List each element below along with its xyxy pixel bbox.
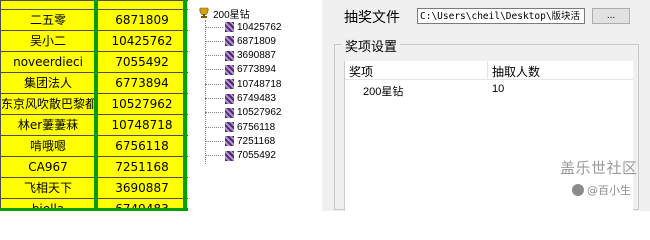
tree-branch-line: [205, 98, 223, 99]
avatar-icon: [225, 122, 234, 133]
sheet-cell-name[interactable]: 东京风吹散巴黎都: [0, 93, 96, 115]
tree-item[interactable]: 3690887: [205, 49, 276, 63]
tree-item[interactable]: 10527962: [205, 106, 282, 120]
sheet-cell-name[interactable]: 林er萋萋菻: [0, 114, 96, 136]
tree-item-label: 10425762: [237, 21, 282, 33]
browse-button[interactable]: ...: [592, 8, 630, 24]
tree-item[interactable]: 6756118: [205, 120, 275, 134]
column-divider: [94, 0, 98, 211]
prize-list-header: 奖项 抽取人数: [345, 61, 633, 80]
avatar-icon: [225, 64, 234, 75]
prize-list-row[interactable]: 200星钻 10: [345, 81, 633, 98]
sheet-cell-value[interactable]: 10527962: [95, 93, 188, 115]
prize-settings-title: 奖项设置: [342, 36, 401, 55]
avatar-icon: [225, 79, 234, 90]
watermark-title: 盖乐世社区: [560, 159, 638, 177]
watermark-author-text: @百小生: [587, 184, 631, 197]
sheet-cell-value[interactable]: 10748718: [95, 114, 188, 136]
watermark-author: @百小生: [572, 182, 631, 198]
settings-panel: 抽奖文件 C:\Users\cheil\Desktop\版块活 ... 奖项设置…: [322, 0, 650, 211]
sheet-cell-name[interactable]: 吴小二: [0, 30, 96, 52]
spreadsheet: 二五零 6871809 吴小二 10425762 noveerdieci 7055492 集…: [0, 0, 188, 211]
file-path-field[interactable]: C:\Users\cheil\Desktop\版块活: [417, 8, 585, 24]
winner-tree[interactable]: 200星钻 10425762 6871809 3690887 6773894 10748…: [194, 0, 320, 211]
sheet-cell-name[interactable]: 飞相天下: [0, 177, 96, 199]
tree-item-label: 6749483: [237, 93, 276, 104]
sheet-cell-value[interactable]: 10425762: [95, 30, 188, 52]
tree-item[interactable]: 7055492: [205, 149, 276, 163]
tree-branch-line: [205, 26, 223, 28]
sheet-cell-name[interactable]: 集团法人: [0, 72, 96, 94]
sheet-cell-value[interactable]: 6756118: [95, 135, 188, 157]
sheet-cell-name[interactable]: noveerdieci: [0, 51, 96, 73]
tree-root[interactable]: 200星钻: [198, 6, 250, 21]
sheet-cell-value[interactable]: 3690887: [95, 177, 188, 199]
paw-icon: [572, 184, 584, 196]
tree-item[interactable]: 6871809: [205, 34, 276, 48]
avatar-icon: [225, 107, 234, 118]
tree-item-label: 7055492: [237, 150, 276, 162]
tree-branch-line: [205, 55, 223, 57]
column-header-count[interactable]: 抽取人数: [492, 63, 540, 80]
sheet-cell-value[interactable]: 6773894: [95, 72, 188, 94]
tree-item-label: 6756118: [237, 121, 276, 133]
tree-branch-line: [205, 83, 223, 85]
trophy-icon: [199, 7, 209, 18]
file-label: 抽奖文件: [344, 9, 400, 25]
column-separator[interactable]: [487, 61, 488, 79]
sheet-cell-value[interactable]: 6871809: [95, 9, 188, 31]
sheet-cell-name[interactable]: CA967: [0, 156, 96, 178]
column-divider: [183, 0, 187, 211]
tree-root-label: 200星钻: [213, 9, 250, 21]
prize-count: 10: [492, 83, 505, 95]
column-header-prize[interactable]: 奖项: [349, 63, 373, 80]
sheet-cell-name[interactable]: 二五零: [0, 9, 96, 31]
sheet-cell-value[interactable]: [95, 0, 188, 10]
row-divider: [0, 208, 188, 211]
tree-item-label: 3690887: [237, 50, 276, 62]
avatar-icon: [225, 36, 234, 47]
sheet-cell-value[interactable]: 7055492: [95, 51, 188, 73]
tree-item-label: 10748718: [237, 78, 282, 90]
tree-branch-line: [205, 40, 223, 42]
avatar-icon: [225, 136, 234, 147]
tree-branch-line: [205, 155, 223, 157]
tree-item-label: 10527962: [237, 107, 282, 119]
tree-item-label: 6773894: [237, 64, 276, 76]
tree-branch-line: [205, 140, 223, 142]
tree-item[interactable]: 6773894: [205, 63, 276, 77]
tree-item[interactable]: 10425762: [205, 20, 282, 34]
prize-name: 200星钻: [363, 86, 404, 98]
tree-item[interactable]: 7251168: [205, 134, 275, 148]
sheet-cell-value[interactable]: 7251168: [95, 156, 188, 178]
avatar-icon: [225, 50, 234, 61]
tree-branch-line: [205, 69, 223, 71]
avatar-icon: [225, 150, 234, 161]
tree-branch-line: [205, 126, 223, 128]
tree-item-label: 6871809: [237, 35, 276, 47]
avatar-icon: [225, 93, 234, 104]
tree-branch-line: [205, 112, 223, 114]
tree-item[interactable]: 10748718: [205, 77, 282, 91]
tree-item-label: 7251168: [237, 135, 276, 147]
tree-item[interactable]: 6749483: [205, 92, 276, 106]
sheet-cell-name[interactable]: 啃哦嗯: [0, 135, 96, 157]
avatar-icon: [225, 22, 234, 32]
sheet-cell-name[interactable]: [0, 0, 96, 10]
